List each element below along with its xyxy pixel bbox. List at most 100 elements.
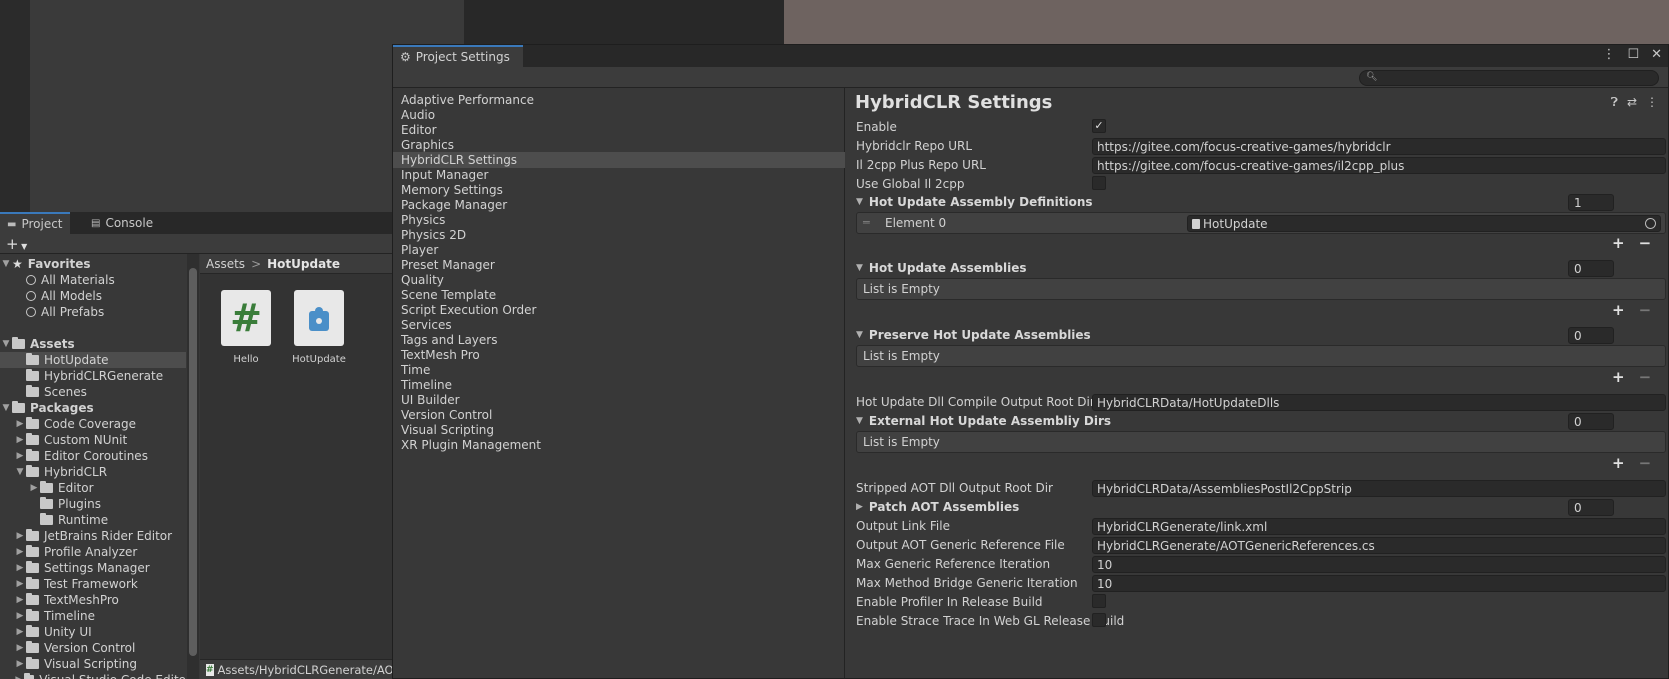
tree-item[interactable]: Plugins	[0, 496, 186, 512]
hot-asm-count[interactable]: 0	[1568, 260, 1614, 277]
tab-project-settings[interactable]: ⚙ Project Settings	[393, 45, 523, 67]
expand-arrow-icon[interactable]: ▶	[14, 611, 26, 621]
hot-defs-foldout[interactable]: ▼ Hot Update Assembly Definitions	[856, 195, 1093, 209]
tree-item[interactable]: ▶ TextMeshPro	[0, 592, 186, 608]
settings-category-item[interactable]: HybridCLR Settings	[393, 152, 845, 168]
ext-dirs-foldout[interactable]: ▼ External Hot Update Assembliy Dirs	[856, 414, 1111, 428]
tree-item[interactable]: ▶ Visual Scripting	[0, 656, 186, 672]
breadcrumb-current[interactable]: HotUpdate	[267, 257, 340, 271]
settings-category-item[interactable]: Visual Scripting	[393, 422, 845, 438]
help-icon[interactable]: ❓︎	[1611, 95, 1618, 110]
settings-category-item[interactable]: UI Builder	[393, 392, 845, 408]
add-element-button[interactable]: +	[1612, 454, 1625, 472]
settings-category-item[interactable]: Services	[393, 317, 845, 333]
expand-arrow-icon[interactable]: ▶	[14, 659, 26, 669]
expand-arrow-icon[interactable]: ▶	[14, 627, 26, 637]
expand-arrow-icon[interactable]: ▶	[28, 483, 40, 493]
tree-item[interactable]: Runtime	[0, 512, 186, 528]
settings-category-item[interactable]: Physics	[393, 212, 845, 228]
settings-category-item[interactable]: Version Control	[393, 407, 845, 423]
settings-category-item[interactable]: Memory Settings	[393, 182, 845, 198]
il2cpp-url-field[interactable]: https://gitee.com/focus-creative-games/i…	[1092, 157, 1666, 174]
add-element-button[interactable]: +	[1612, 368, 1625, 386]
remove-element-button[interactable]: −	[1639, 454, 1652, 472]
expand-arrow-icon[interactable]: ▼	[0, 403, 12, 413]
tree-scrollbar[interactable]	[187, 254, 199, 679]
tab-console[interactable]: ▤ Console	[84, 212, 160, 234]
settings-category-item[interactable]: Editor	[393, 122, 845, 138]
breadcrumb-root[interactable]: Assets	[206, 257, 245, 271]
repo-url-field[interactable]: https://gitee.com/focus-creative-games/h…	[1092, 138, 1666, 155]
tree-item[interactable]: ▶ Timeline	[0, 608, 186, 624]
expand-arrow-icon[interactable]: ▶	[14, 547, 26, 557]
settings-category-item[interactable]: Scene Template	[393, 287, 845, 303]
tree-item[interactable]: HybridCLRGenerate	[0, 368, 186, 384]
settings-category-item[interactable]: Graphics	[393, 137, 845, 153]
tree-item[interactable]: ▶ Settings Manager	[0, 560, 186, 576]
stripped-field[interactable]: HybridCLRData/AssembliesPostIl2CppStrip	[1092, 480, 1666, 497]
settings-category-item[interactable]: Audio	[393, 107, 845, 123]
tree-item[interactable]: All Materials	[0, 272, 186, 288]
add-element-button[interactable]: +	[1612, 234, 1625, 252]
tree-item[interactable]: ▼ Packages	[0, 400, 186, 416]
expand-arrow-icon[interactable]: ▶	[14, 563, 26, 573]
dll-out-field[interactable]: HybridCLRData/HotUpdateDlls	[1092, 394, 1666, 411]
expand-arrow-icon[interactable]: ▶	[14, 595, 26, 605]
settings-category-item[interactable]: Physics 2D	[393, 227, 845, 243]
settings-category-item[interactable]: Time	[393, 362, 845, 378]
preset-icon[interactable]: ⇄	[1627, 95, 1637, 110]
settings-category-item[interactable]: Input Manager	[393, 167, 845, 183]
enable-checkbox[interactable]: ✓	[1092, 119, 1106, 133]
tree-item[interactable]: HotUpdate	[0, 352, 186, 368]
tree-item[interactable]: ▶ Editor	[0, 480, 186, 496]
tree-item[interactable]: ▶ Code Coverage	[0, 416, 186, 432]
object-picker-icon[interactable]	[1645, 218, 1656, 229]
ext-dirs-count[interactable]: 0	[1568, 413, 1614, 430]
profiler-checkbox[interactable]	[1092, 594, 1106, 608]
hot-defs-count[interactable]: 1	[1568, 194, 1614, 211]
settings-category-item[interactable]: Tags and Layers	[393, 332, 845, 348]
tree-item[interactable]: ▶ Test Framework	[0, 576, 186, 592]
tree-item[interactable]: Scenes	[0, 384, 186, 400]
tree-item[interactable]: ▶ Visual Studio Code Edito	[0, 672, 186, 679]
patch-count[interactable]: 0	[1568, 499, 1614, 516]
settings-category-item[interactable]: TextMesh Pro	[393, 347, 845, 363]
expand-arrow-icon[interactable]: ▶	[14, 419, 26, 429]
asset-hello[interactable]: # Hello	[216, 290, 276, 370]
remove-element-button[interactable]: −	[1639, 368, 1652, 386]
tree-item[interactable]: ▶ Profile Analyzer	[0, 544, 186, 560]
add-asset-button[interactable]: + ▼	[6, 235, 27, 253]
expand-arrow-icon[interactable]: ▶	[14, 435, 26, 445]
expand-arrow-icon[interactable]: ▼	[0, 259, 12, 269]
tree-item[interactable]: All Prefabs	[0, 304, 186, 320]
remove-element-button[interactable]: −	[1639, 301, 1652, 319]
tree-item[interactable]: All Models	[0, 288, 186, 304]
tree-scroll-thumb[interactable]	[189, 268, 197, 656]
expand-arrow-icon[interactable]: ▶	[14, 579, 26, 589]
tree-item[interactable]: ▶ Version Control	[0, 640, 186, 656]
element0-object-field[interactable]: HotUpdate	[1187, 215, 1661, 232]
settings-search-input[interactable]: 🔍︎	[1359, 70, 1659, 86]
tab-project[interactable]: ▬ Project	[0, 212, 70, 234]
strace-checkbox[interactable]	[1092, 613, 1106, 627]
hot-asm-foldout[interactable]: ▼ Hot Update Assemblies	[856, 261, 1027, 275]
tree-item[interactable]: ▶ Custom NUnit	[0, 432, 186, 448]
expand-arrow-icon[interactable]: ▼	[0, 339, 12, 349]
expand-arrow-icon[interactable]: ▶	[14, 643, 26, 653]
more-options-icon[interactable]: ⋮	[1602, 47, 1615, 62]
more-icon[interactable]: ⋮	[1646, 95, 1658, 110]
expand-arrow-icon[interactable]: ▼	[14, 467, 26, 477]
drag-handle-icon[interactable]: ═	[863, 216, 870, 229]
add-element-button[interactable]: +	[1612, 301, 1625, 319]
asset-hotupdate[interactable]: HotUpdate	[289, 290, 349, 370]
tree-item[interactable]: ▼ Assets	[0, 336, 186, 352]
preserve-foldout[interactable]: ▼ Preserve Hot Update Assemblies	[856, 328, 1091, 342]
tree-item[interactable]: ▶ JetBrains Rider Editor	[0, 528, 186, 544]
preserve-count[interactable]: 0	[1568, 327, 1614, 344]
close-icon[interactable]: ✕	[1651, 47, 1662, 62]
settings-category-item[interactable]: Timeline	[393, 377, 845, 393]
settings-category-item[interactable]: Script Execution Order	[393, 302, 845, 318]
expand-arrow-icon[interactable]: ▶	[14, 451, 26, 461]
aot-ref-field[interactable]: HybridCLRGenerate/AOTGenericReferences.c…	[1092, 537, 1666, 554]
settings-category-item[interactable]: Preset Manager	[393, 257, 845, 273]
